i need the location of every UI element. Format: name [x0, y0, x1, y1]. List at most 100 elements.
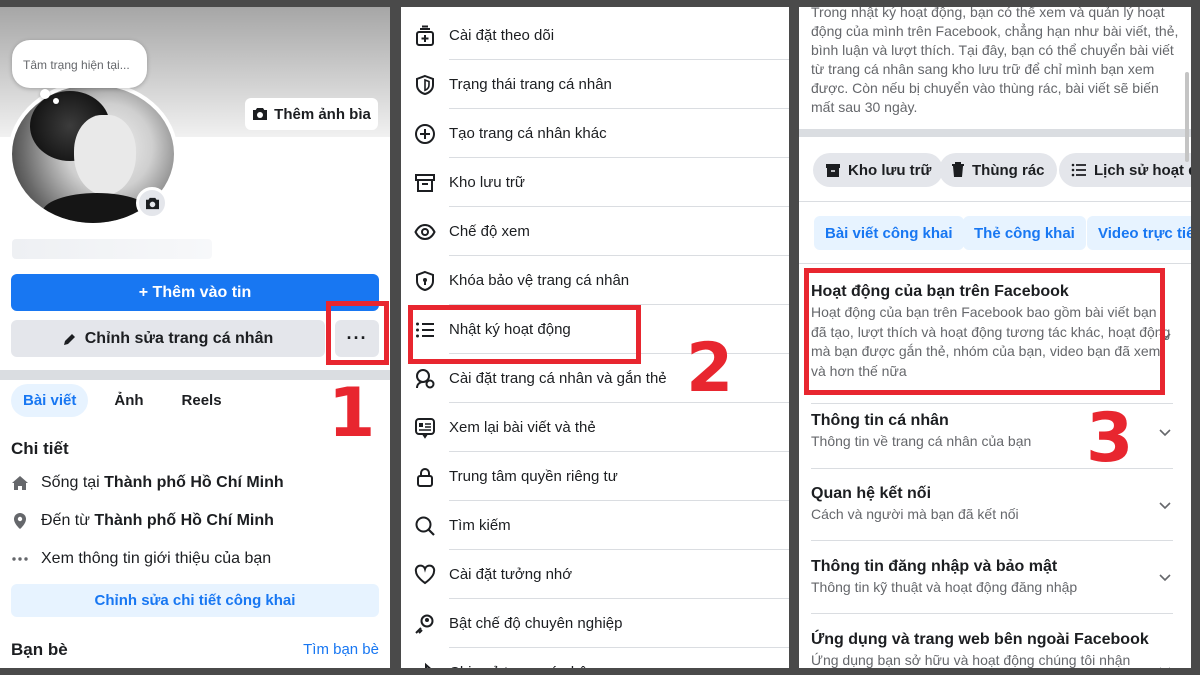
- menu-item-label: Xem lại bài viết và thẻ: [449, 403, 789, 452]
- section-description: Cách và người mà bạn đã kết nối: [811, 506, 1019, 522]
- menu-item-profile-status[interactable]: Trạng thái trang cá nhân: [401, 60, 789, 109]
- section-connections[interactable]: Quan hệ kết nối Cách và người mà bạn đã …: [811, 485, 1173, 525]
- filter-label: Bài viết công khai: [825, 224, 953, 242]
- menu-item-label: Chia sẻ trang cá nhân: [449, 648, 789, 669]
- archive-chip[interactable]: Kho lưu trữ: [813, 153, 944, 187]
- highlight-your-activity: [804, 268, 1165, 395]
- detail-lives-in: Sống tại Thành phố Hồ Chí Minh: [11, 474, 284, 492]
- chip-label: Kho lưu trữ: [848, 161, 932, 179]
- add-to-story-button[interactable]: + Thêm vào tin: [11, 274, 379, 311]
- plus-circle-icon: [415, 123, 435, 144]
- add-cover-label: Thêm ảnh bìa: [274, 105, 371, 123]
- edit-public-details-button[interactable]: Chỉnh sửa chi tiết công khai: [11, 584, 379, 617]
- menu-item-label: Cài đặt tưởng nhớ: [449, 550, 789, 599]
- detail-see-about[interactable]: Xem thông tin giới thiệu của bạn: [11, 550, 271, 568]
- list-icon: [1071, 163, 1086, 177]
- archive-icon: [826, 164, 840, 177]
- menu-item-label: Khóa bảo vệ trang cá nhân: [449, 256, 789, 305]
- eye-icon: [414, 223, 436, 240]
- mood-placeholder: Tâm trạng hiện tại...: [23, 58, 130, 72]
- tab-reels[interactable]: Reels: [170, 384, 234, 417]
- chevron-down-icon: [1159, 574, 1171, 582]
- heart-icon: [414, 564, 436, 584]
- edit-public-label: Chỉnh sửa chi tiết công khai: [94, 592, 296, 609]
- chevron-down-icon: [1160, 667, 1170, 668]
- find-friends-link[interactable]: Tìm bạn bè: [303, 641, 379, 658]
- menu-item-label: Chế độ xem: [449, 207, 789, 256]
- mood-bubble[interactable]: Tâm trạng hiện tại...: [12, 40, 147, 88]
- section-description: Thông tin kỹ thuật và hoạt động đăng nhậ…: [811, 579, 1078, 595]
- trash-chip[interactable]: Thùng rác: [939, 153, 1057, 187]
- menu-item-label: Bật chế độ chuyên nghiệp: [449, 599, 789, 648]
- activity-history-chip[interactable]: Lịch sử hoạt động: [1059, 153, 1191, 187]
- highlight-more-button: [326, 301, 389, 365]
- follow-settings-icon: [416, 25, 434, 46]
- filter-label: Video trực tiếp: [1098, 224, 1191, 242]
- step-number-3: 3: [1086, 399, 1134, 478]
- menu-item-label: Cài đặt theo dõi: [449, 11, 789, 60]
- avatar-camera-button[interactable]: [136, 187, 168, 219]
- menu-item-label: Kho lưu trữ: [449, 158, 789, 207]
- tab-posts[interactable]: Bài viết: [11, 384, 89, 417]
- menu-item-label: Trung tâm quyền riêng tư: [449, 452, 789, 501]
- chip-label: Thùng rác: [972, 161, 1045, 179]
- menu-item-view-as[interactable]: Chế độ xem: [401, 207, 789, 256]
- home-icon: [12, 476, 28, 490]
- camera-icon: [145, 197, 159, 209]
- tab-photos[interactable]: Ảnh: [102, 384, 155, 417]
- lock-shield-icon: [416, 270, 434, 291]
- filter-public-posts[interactable]: Bài viết công khai: [814, 216, 964, 250]
- profile-tabs: Bài viết Ảnh Reels: [11, 384, 234, 417]
- shield-icon: [416, 74, 434, 95]
- section-divider: [799, 129, 1191, 137]
- trash-icon: [952, 162, 964, 177]
- highlight-activity-log: [408, 305, 641, 364]
- menu-item-share-profile[interactable]: Chia sẻ trang cá nhân: [401, 648, 789, 668]
- section-title: Quan hệ kết nối: [811, 485, 932, 502]
- menu-item-memorial-settings[interactable]: Cài đặt tưởng nhớ: [401, 550, 789, 599]
- search-icon: [415, 516, 435, 536]
- detail-value: Thành phố Hồ Chí Minh: [104, 474, 284, 491]
- menu-item-search[interactable]: Tìm kiếm: [401, 501, 789, 550]
- section-login-security[interactable]: Thông tin đăng nhập và bảo mật Thông tin…: [811, 558, 1173, 598]
- detail-value: Thành phố Hồ Chí Minh: [94, 512, 274, 529]
- divider: [799, 263, 1191, 264]
- divider: [799, 201, 1191, 202]
- pencil-icon: [63, 333, 75, 345]
- edit-profile-label: Chỉnh sửa trang cá nhân: [84, 329, 274, 347]
- mood-bubble-tail-small: [53, 98, 59, 104]
- chevron-down-icon: [1159, 429, 1171, 437]
- edit-profile-button[interactable]: Chỉnh sửa trang cá nhân: [11, 320, 325, 357]
- menu-item-profile-lock[interactable]: Khóa bảo vệ trang cá nhân: [401, 256, 789, 305]
- filter-public-tags[interactable]: Thẻ công khai: [963, 216, 1086, 250]
- step-number-2: 2: [686, 329, 734, 408]
- archive-icon: [415, 173, 435, 192]
- menu-item-create-profile[interactable]: Tạo trang cá nhân khác: [401, 109, 789, 158]
- professional-icon: [415, 614, 434, 634]
- review-posts-icon: [415, 417, 435, 439]
- menu-item-label: Tạo trang cá nhân khác: [449, 109, 789, 158]
- menu-item-archive[interactable]: Kho lưu trữ: [401, 158, 789, 207]
- menu-item-review-posts[interactable]: Xem lại bài viết và thẻ: [401, 403, 789, 452]
- filter-live-video[interactable]: Video trực tiếp: [1087, 216, 1191, 250]
- menu-item-follow-settings[interactable]: Cài đặt theo dõi: [401, 11, 789, 60]
- menu-item-label: Trạng thái trang cá nhân: [449, 60, 789, 109]
- details-title: Chi tiết: [11, 439, 69, 458]
- see-about-label: Xem thông tin giới thiệu của bạn: [41, 550, 272, 567]
- detail-from: Đến từ Thành phố Hồ Chí Minh: [11, 512, 274, 530]
- menu-item-label: Tìm kiếm: [449, 501, 789, 550]
- menu-item-professional-mode[interactable]: Bật chế độ chuyên nghiệp: [401, 599, 789, 648]
- more-dots-icon: [12, 557, 28, 561]
- menu-item-privacy-center[interactable]: Trung tâm quyền riêng tư: [401, 452, 789, 501]
- section-off-facebook[interactable]: Ứng dụng và trang web bên ngoài Facebook…: [811, 631, 1173, 668]
- scrollbar[interactable]: [1185, 72, 1189, 162]
- share-icon: [425, 662, 432, 668]
- profile-name-blurred: [12, 239, 212, 259]
- add-cover-photo-button[interactable]: Thêm ảnh bìa: [245, 98, 378, 130]
- camera-icon: [253, 108, 268, 120]
- mood-bubble-tail: [40, 89, 50, 99]
- section-title: Thông tin đăng nhập và bảo mật: [811, 558, 1058, 575]
- activity-log-description: Trong nhật ký hoạt động, bạn có thể xem …: [811, 7, 1179, 115]
- filter-label: Thẻ công khai: [974, 224, 1075, 242]
- divider: [811, 613, 1173, 614]
